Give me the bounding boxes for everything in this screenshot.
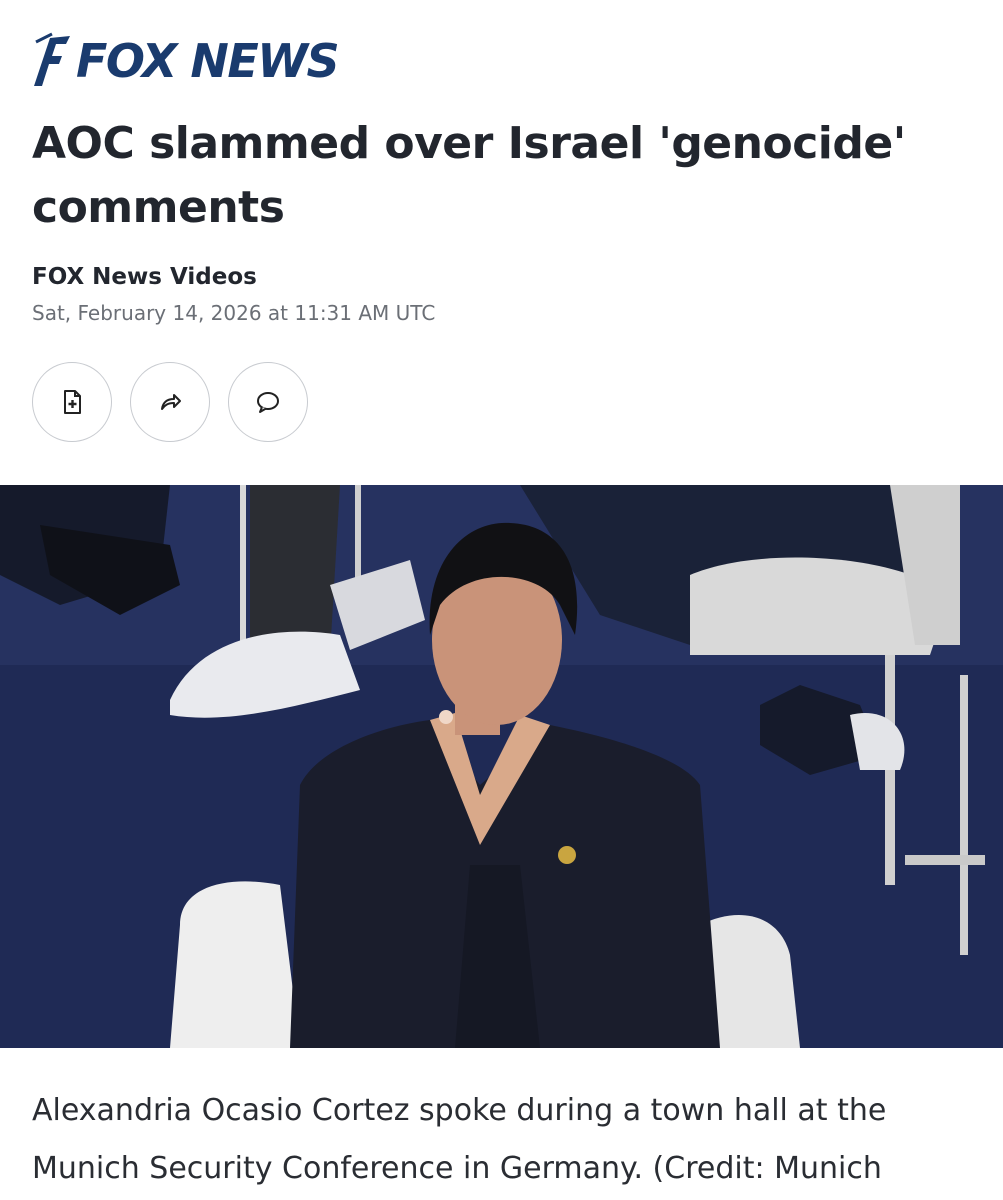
fox-news-logo[interactable]: FOX NEWS — [30, 30, 340, 92]
comments-button[interactable] — [228, 362, 308, 442]
article-actions — [32, 362, 308, 442]
photo-caption: Alexandria Ocasio Cortez spoke during a … — [32, 1093, 887, 1186]
brand-name: FOX NEWS — [76, 34, 340, 88]
article-headline: AOC slammed over Israel 'genocide' comme… — [32, 118, 906, 233]
article-photo[interactable] — [0, 485, 1003, 1048]
comment-bubble-icon — [257, 392, 279, 413]
article-source[interactable]: FOX News Videos — [32, 264, 257, 290]
share-button[interactable] — [130, 362, 210, 442]
share-arrow-icon — [161, 394, 181, 410]
woman-seated-on-stage-photo — [0, 485, 1003, 1048]
save-article-button[interactable] — [32, 362, 112, 442]
add-document-icon — [64, 390, 81, 414]
fox-logo-slash-icon — [34, 32, 70, 86]
article-timestamp: Sat, February 14, 2026 at 11:31 AM UTC — [32, 301, 436, 325]
